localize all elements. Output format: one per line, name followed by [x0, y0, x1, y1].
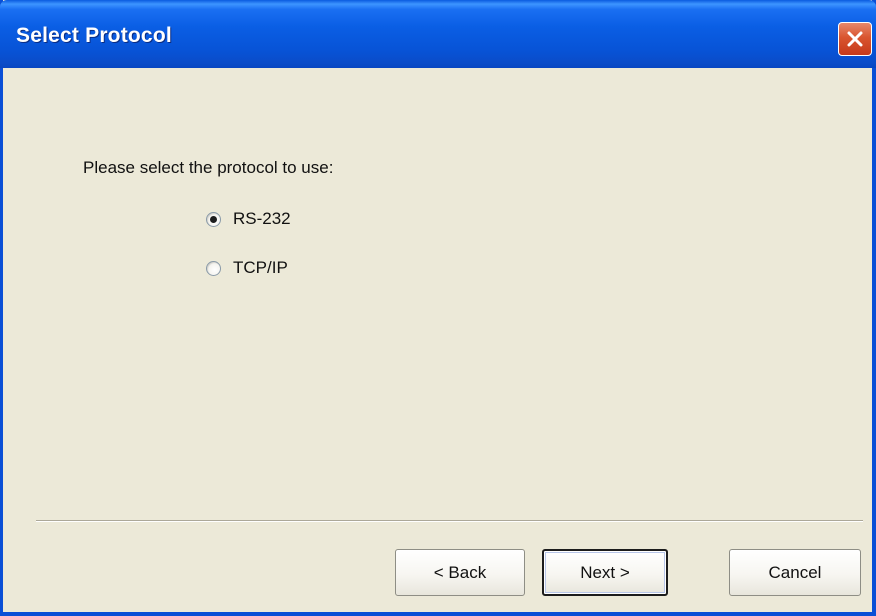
- protocol-prompt: Please select the protocol to use:: [83, 158, 334, 177]
- dialog-title: Select Protocol: [16, 24, 172, 47]
- radio-rs232[interactable]: RS-232: [206, 207, 291, 231]
- back-button[interactable]: < Back: [395, 549, 525, 596]
- close-icon: [847, 31, 863, 47]
- radio-label-rs232: RS-232: [233, 209, 291, 228]
- radio-tcpip[interactable]: TCP/IP: [206, 256, 288, 280]
- radio-button-rs232[interactable]: [206, 211, 221, 227]
- button-separator: [36, 520, 863, 522]
- radio-selected-dot: [210, 215, 217, 223]
- cancel-button[interactable]: Cancel: [729, 549, 861, 596]
- title-bar[interactable]: Select Protocol: [0, 0, 876, 68]
- radio-button-tcpip[interactable]: [206, 260, 221, 276]
- select-protocol-dialog: Select Protocol Please select the protoc…: [0, 0, 876, 616]
- next-button[interactable]: Next >: [542, 549, 668, 596]
- close-button[interactable]: [838, 22, 872, 56]
- radio-label-tcpip: TCP/IP: [233, 258, 288, 277]
